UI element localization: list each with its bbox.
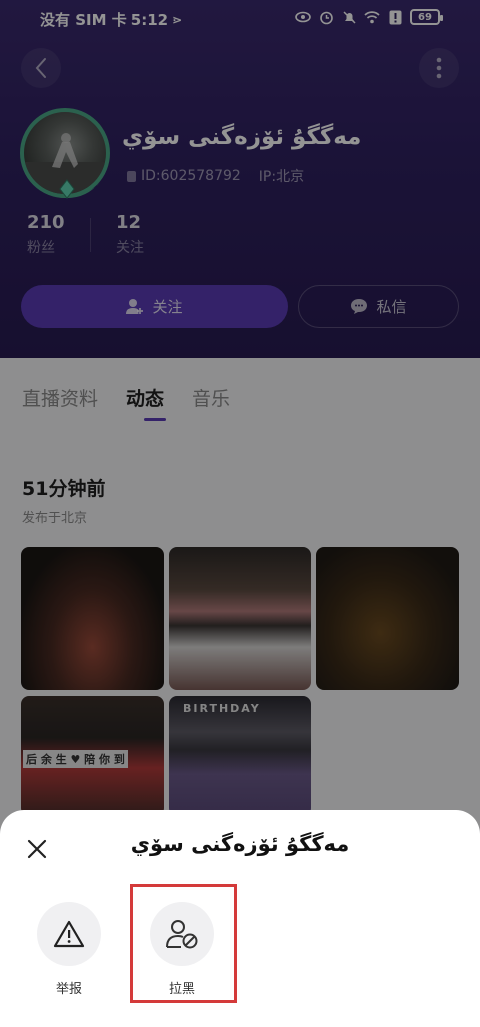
warning-icon xyxy=(53,920,85,948)
report-icon-circle xyxy=(37,902,101,966)
highlight-box xyxy=(130,884,237,1003)
report-action[interactable]: 举报 xyxy=(37,902,101,997)
report-label: 举报 xyxy=(55,982,82,997)
sheet-title: مەگگۇ ئۆزەگنى سۆي xyxy=(130,832,350,856)
